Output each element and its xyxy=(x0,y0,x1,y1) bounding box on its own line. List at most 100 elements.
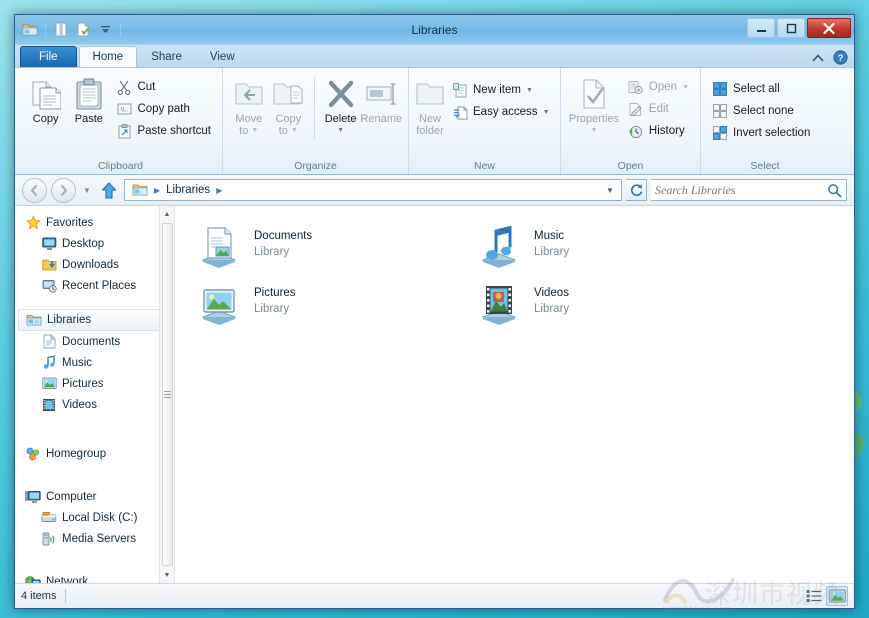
properties-button[interactable]: Properties ▼ xyxy=(567,73,621,137)
title-bar: Libraries xyxy=(15,15,854,45)
item-name: Music xyxy=(534,228,569,244)
pictures-library-icon xyxy=(195,279,243,327)
cut-button[interactable]: Cut xyxy=(111,76,216,98)
search-box[interactable] xyxy=(651,179,847,201)
sidebar-item-media-servers[interactable]: Media Servers xyxy=(15,528,174,549)
sidebar-item-network[interactable]: Network xyxy=(15,571,174,583)
sidebar-item-videos[interactable]: Videos xyxy=(15,394,174,415)
chevron-down-icon[interactable]: ▼ xyxy=(291,125,298,137)
copy-to-label-line1: Copy xyxy=(275,113,301,125)
forward-button[interactable] xyxy=(51,178,76,203)
up-button[interactable] xyxy=(98,179,120,201)
new-folder-button[interactable]: New folder xyxy=(415,73,445,137)
search-input[interactable] xyxy=(655,183,827,198)
address-bar[interactable]: ▶ Libraries ▶ ▼ xyxy=(124,179,622,201)
recent-places-icon xyxy=(41,278,57,294)
list-item[interactable]: Documents Library xyxy=(193,220,473,277)
ribbon-group-new: New folder New item ▼ xyxy=(409,68,561,174)
select-all-button[interactable]: Select all xyxy=(707,78,815,100)
sidebar-item-local-disk[interactable]: Local Disk (C:) xyxy=(15,507,174,528)
recent-locations-button[interactable]: ▼ xyxy=(80,186,94,195)
sidebar-item-favorites[interactable]: Favorites xyxy=(15,212,174,233)
breadcrumb-separator[interactable]: ▶ xyxy=(152,186,162,195)
help-icon[interactable]: ? xyxy=(833,50,848,65)
sidebar-item-music[interactable]: Music xyxy=(15,352,174,373)
back-button[interactable] xyxy=(22,178,47,203)
close-button[interactable] xyxy=(807,18,851,38)
explorer-body: Favorites Desktop xyxy=(15,206,854,583)
maximize-button[interactable] xyxy=(777,18,805,38)
chevron-down-icon[interactable]: ▼ xyxy=(337,125,344,137)
list-item[interactable]: Pictures Library xyxy=(193,277,473,334)
sidebar-label: Desktop xyxy=(62,238,104,250)
copy-button[interactable]: Copy xyxy=(25,73,66,125)
breadcrumb-libraries[interactable]: Libraries xyxy=(162,184,214,196)
breadcrumb-separator[interactable]: ▶ xyxy=(214,186,224,195)
open-button[interactable]: Open ▼ xyxy=(623,76,694,98)
sidebar-item-desktop[interactable]: Desktop xyxy=(15,233,174,254)
properties-icon[interactable] xyxy=(51,20,71,40)
sidebar-item-pictures[interactable]: Pictures xyxy=(15,373,174,394)
new-folder-label-line2: folder xyxy=(416,125,444,137)
collapse-ribbon-icon[interactable] xyxy=(811,53,825,63)
scroll-down-arrow-icon[interactable]: ▼ xyxy=(160,567,175,583)
list-item[interactable]: Music Library xyxy=(473,220,753,277)
sidebar-label: Music xyxy=(62,357,92,369)
delete-button[interactable]: Delete ▼ xyxy=(321,73,361,137)
tab-file[interactable]: File xyxy=(20,46,77,67)
large-icons-view-icon[interactable] xyxy=(826,586,848,606)
sidebar-item-documents[interactable]: Documents xyxy=(15,331,174,352)
scroll-up-arrow-icon[interactable]: ▲ xyxy=(160,206,175,222)
new-item-label: New item xyxy=(473,84,521,96)
paste-shortcut-button[interactable]: Paste shortcut xyxy=(111,120,216,142)
sidebar-spacer xyxy=(15,415,174,443)
search-icon[interactable] xyxy=(827,183,842,198)
tab-home[interactable]: Home xyxy=(79,46,138,67)
sidebar-item-libraries[interactable]: Libraries xyxy=(18,309,169,331)
edit-button[interactable]: Edit xyxy=(623,98,694,120)
new-item-button[interactable]: New item ▼ xyxy=(447,79,555,101)
refresh-button[interactable] xyxy=(626,179,647,201)
rename-button[interactable]: Rename xyxy=(360,73,402,125)
status-bar: 4 items xyxy=(15,583,854,608)
copy-to-button[interactable]: Copy to ▼ xyxy=(269,73,309,137)
history-button[interactable]: History xyxy=(623,120,694,142)
address-dropdown-icon[interactable]: ▼ xyxy=(602,186,618,195)
star-icon xyxy=(25,215,41,231)
chevron-down-icon[interactable]: ▼ xyxy=(526,87,533,94)
scrollbar-thumb[interactable] xyxy=(162,223,173,566)
chevron-down-icon[interactable]: ▼ xyxy=(543,109,550,116)
move-to-button[interactable]: Move to ▼ xyxy=(229,73,269,137)
chevron-down-icon[interactable]: ▼ xyxy=(682,84,689,91)
paste-button[interactable]: Paste xyxy=(68,73,109,125)
pictures-icon xyxy=(41,376,57,392)
breadcrumb-root-icon[interactable] xyxy=(128,183,152,197)
tab-view[interactable]: View xyxy=(196,46,249,67)
invert-selection-button[interactable]: Invert selection xyxy=(707,122,815,144)
ribbon: Copy Paste xyxy=(15,68,854,175)
item-count: 4 items xyxy=(21,590,56,602)
copy-path-button[interactable]: \\.. Copy path xyxy=(111,98,216,120)
tab-share[interactable]: Share xyxy=(137,46,196,67)
paste-icon xyxy=(75,77,103,111)
sidebar-item-recent-places[interactable]: Recent Places xyxy=(15,275,174,296)
folder-icon[interactable] xyxy=(20,20,40,40)
chevron-down-icon[interactable]: ▼ xyxy=(251,125,258,137)
chevron-down-icon[interactable]: ▼ xyxy=(590,125,597,137)
select-none-button[interactable]: Select none xyxy=(707,100,815,122)
list-item[interactable]: Videos Library xyxy=(473,277,753,334)
rename-icon xyxy=(365,77,397,111)
new-folder-icon[interactable] xyxy=(73,20,93,40)
sidebar-item-downloads[interactable]: Downloads xyxy=(15,254,174,275)
easy-access-label: Easy access xyxy=(473,106,538,118)
minimize-button[interactable] xyxy=(747,18,775,38)
sidebar-item-homegroup[interactable]: Homegroup xyxy=(15,443,174,464)
details-view-icon[interactable] xyxy=(803,586,825,606)
sidebar-item-computer[interactable]: Computer xyxy=(15,486,174,507)
sidebar-label: Documents xyxy=(62,336,120,348)
customize-caret-icon[interactable] xyxy=(95,20,115,40)
sidebar-scrollbar[interactable]: ▲ ▼ xyxy=(159,206,174,583)
easy-access-button[interactable]: Easy access ▼ xyxy=(447,101,555,123)
file-list-pane[interactable]: Documents Library xyxy=(175,206,854,583)
ribbon-group-select: Select all Select none xyxy=(701,68,829,174)
